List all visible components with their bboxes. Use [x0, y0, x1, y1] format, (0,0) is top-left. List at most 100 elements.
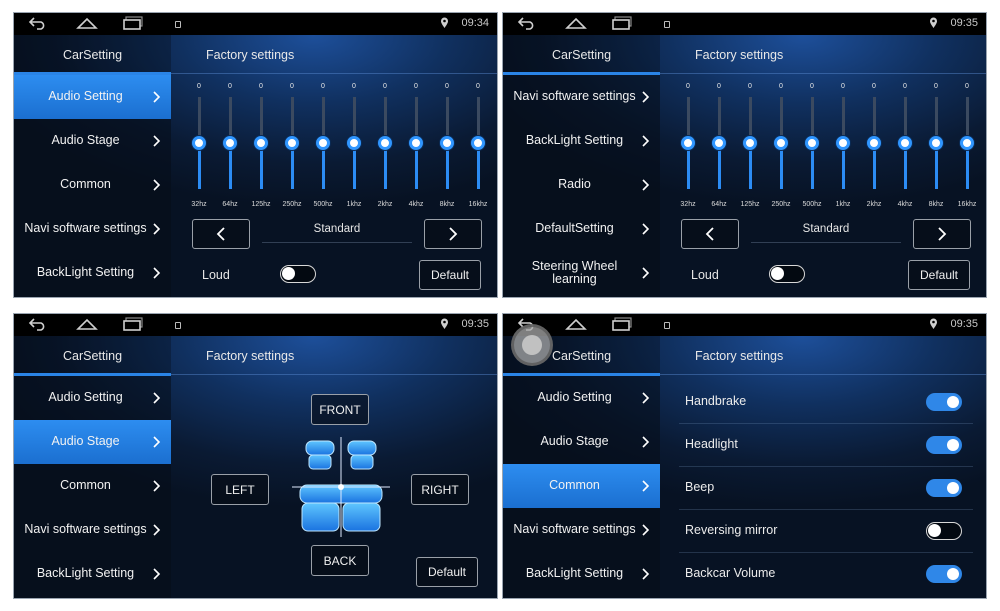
eq-slider-knob[interactable]: [316, 136, 330, 150]
eq-slider-knob[interactable]: [254, 136, 268, 150]
eq-band-value: 0: [903, 83, 907, 90]
sidebar-item-common[interactable]: Common: [503, 464, 660, 508]
home-icon[interactable]: [565, 317, 587, 331]
front-button[interactable]: FRONT: [311, 394, 369, 425]
eq-slider-knob[interactable]: [378, 136, 392, 150]
header: CarSetting Factory settings: [14, 336, 497, 376]
loud-label: Loud: [202, 268, 230, 282]
chevron-right-icon: [642, 392, 650, 404]
factory-settings-link[interactable]: Factory settings: [206, 349, 294, 363]
back-icon[interactable]: [517, 16, 537, 30]
setting-row-headlight: Headlight: [673, 423, 973, 467]
back-icon[interactable]: [28, 317, 48, 331]
eq-slider-knob[interactable]: [471, 136, 485, 150]
sidebar-item-audio-stage[interactable]: Audio Stage: [14, 420, 171, 464]
eq-slider-knob[interactable]: [712, 136, 726, 150]
eq-slider-knob[interactable]: [960, 136, 974, 150]
sidebar-item-audio-stage[interactable]: Audio Stage: [503, 420, 660, 464]
sidebar-item-navi-software[interactable]: Navi software settings: [503, 508, 660, 552]
sidebar-item-backlight[interactable]: BackLight Setting: [14, 552, 171, 596]
sidebar-item-label: Audio Setting: [48, 390, 123, 405]
balance-point[interactable]: [338, 484, 344, 490]
eq-slider-knob[interactable]: [836, 136, 850, 150]
recent-apps-icon[interactable]: [122, 16, 144, 30]
clock: 09:35: [461, 318, 489, 330]
loud-toggle[interactable]: [769, 265, 805, 283]
eq-slider-knob[interactable]: [409, 136, 423, 150]
sidebar-item-backlight[interactable]: BackLight Setting: [503, 552, 660, 596]
factory-settings-link[interactable]: Factory settings: [695, 349, 783, 363]
reversing-mirror-toggle[interactable]: [926, 522, 962, 540]
toggle-knob: [947, 482, 959, 494]
sidebar-item-common[interactable]: Common: [14, 163, 171, 207]
recent-apps-icon[interactable]: [611, 16, 633, 30]
eq-band-label: 8khz: [439, 201, 455, 208]
eq-slider-knob[interactable]: [192, 136, 206, 150]
sidebar-item-common[interactable]: Common: [14, 464, 171, 508]
sidebar-item-backlight[interactable]: BackLight Setting: [503, 119, 660, 163]
sidebar-item-backlight[interactable]: BackLight Setting: [14, 251, 171, 295]
chevron-right-icon: [642, 135, 650, 147]
home-icon[interactable]: [76, 317, 98, 331]
eq-slider-knob[interactable]: [867, 136, 881, 150]
eq-slider-knob[interactable]: [929, 136, 943, 150]
preset-prev-button[interactable]: [192, 219, 250, 249]
factory-settings-link[interactable]: Factory settings: [206, 48, 294, 62]
sidebar-item-steering-wheel[interactable]: Steering Wheel learning: [503, 251, 660, 295]
screen-audio-setting: 09:34 CarSetting Factory settings Audio …: [13, 12, 498, 298]
eq-slider-knob[interactable]: [285, 136, 299, 150]
loud-toggle[interactable]: [280, 265, 316, 283]
sidebar-item-label: Common: [60, 478, 111, 493]
left-button[interactable]: LEFT: [211, 474, 269, 505]
sidebar-item-navi-software[interactable]: Navi software settings: [14, 508, 171, 552]
sidebar-item-navi-software[interactable]: Navi software settings: [14, 207, 171, 251]
toggle-knob: [282, 267, 295, 280]
sidebar-item-audio-setting[interactable]: Audio Setting: [14, 75, 171, 119]
eq-slider-knob[interactable]: [223, 136, 237, 150]
sidebar-item-navi-software[interactable]: Navi software settings: [503, 75, 660, 119]
default-button[interactable]: Default: [416, 557, 478, 587]
beep-toggle[interactable]: [926, 479, 962, 497]
eq-slider-knob[interactable]: [805, 136, 819, 150]
default-button[interactable]: Default: [908, 260, 970, 290]
setting-label: Beep: [685, 480, 715, 494]
left-button-label: LEFT: [225, 482, 255, 497]
eq-slider-knob[interactable]: [898, 136, 912, 150]
header: CarSetting Factory settings: [503, 336, 986, 376]
right-button[interactable]: RIGHT: [411, 474, 469, 505]
preset-name: Standard: [802, 223, 850, 235]
factory-settings-link[interactable]: Factory settings: [695, 48, 783, 62]
sidebar-item-audio-setting[interactable]: Audio Setting: [503, 376, 660, 420]
back-button[interactable]: BACK: [311, 545, 369, 576]
eq-band-value: 0: [445, 83, 449, 90]
handbrake-toggle[interactable]: [926, 393, 962, 411]
headlight-toggle[interactable]: [926, 436, 962, 454]
preset-prev-button[interactable]: [681, 219, 739, 249]
eq-slider-knob[interactable]: [440, 136, 454, 150]
sidebar-item-audio-stage[interactable]: Audio Stage: [14, 119, 171, 163]
sidebar-item-default-setting[interactable]: DefaultSetting: [503, 207, 660, 251]
eq-slider-knob[interactable]: [774, 136, 788, 150]
sidebar-item-radio[interactable]: Radio: [503, 163, 660, 207]
default-button[interactable]: Default: [419, 260, 481, 290]
eq-slider-knob[interactable]: [347, 136, 361, 150]
home-icon[interactable]: [76, 16, 98, 30]
home-icon[interactable]: [565, 16, 587, 30]
eq-band-value: 0: [872, 83, 876, 90]
sidebar-item-audio-setting[interactable]: Audio Setting: [14, 376, 171, 420]
eq-slider-knob[interactable]: [743, 136, 757, 150]
preset-next-button[interactable]: [424, 219, 482, 249]
eq-band-label: 8khz: [928, 201, 944, 208]
preset-next-button[interactable]: [913, 219, 971, 249]
backcar-volume-toggle[interactable]: [926, 565, 962, 583]
recent-apps-icon[interactable]: [611, 317, 633, 331]
sd-card-icon: [664, 322, 670, 329]
eq-band-value: 0: [414, 83, 418, 90]
eq-slider-knob[interactable]: [681, 136, 695, 150]
car-seats-diagram[interactable]: [292, 437, 390, 537]
location-icon: [930, 17, 937, 28]
recent-apps-icon[interactable]: [122, 317, 144, 331]
sidebar-item-label: Audio Stage: [51, 133, 120, 148]
back-icon[interactable]: [28, 16, 48, 30]
eq-band-label: 500hz: [313, 201, 333, 208]
